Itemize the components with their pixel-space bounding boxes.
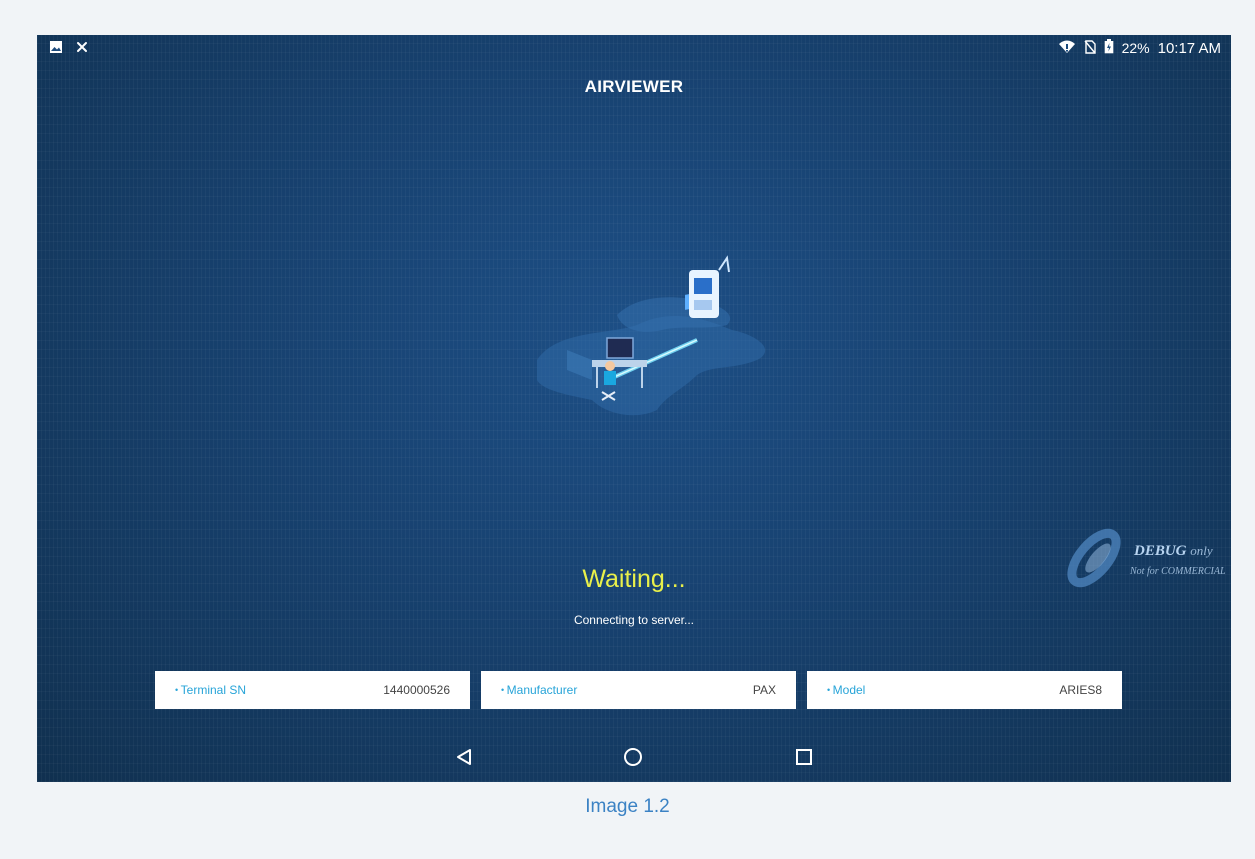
manufacturer-value: PAX bbox=[752, 683, 776, 697]
image-caption: Image 1.2 bbox=[585, 796, 670, 817]
tools-icon bbox=[75, 40, 89, 57]
app-title: AIRVIEWER bbox=[584, 77, 684, 96]
watermark-title: DEBUG bbox=[1134, 543, 1187, 559]
model-value: ARIES8 bbox=[1059, 683, 1102, 697]
terminal-sn-card: Terminal SN 1440000526 bbox=[155, 671, 470, 709]
connection-illustration bbox=[497, 240, 787, 440]
connection-message: Connecting to server... bbox=[573, 613, 695, 627]
device-screen: 22% 10:17 AM AIRVIEWER DEBUG only Not fo… bbox=[37, 35, 1231, 782]
model-card: Model ARIES8 bbox=[807, 671, 1122, 709]
wifi-icon bbox=[1058, 40, 1076, 57]
battery-icon bbox=[1104, 39, 1114, 57]
manufacturer-card: Manufacturer PAX bbox=[481, 671, 796, 709]
image-icon bbox=[49, 40, 63, 57]
watermark-title-suffix: only bbox=[1190, 543, 1213, 558]
status-bar: 22% 10:17 AM bbox=[37, 35, 1231, 61]
back-icon[interactable] bbox=[453, 746, 475, 768]
manufacturer-label: Manufacturer bbox=[501, 683, 578, 697]
model-label: Model bbox=[827, 683, 866, 697]
home-icon[interactable] bbox=[622, 746, 644, 768]
clock: 10:17 AM bbox=[1157, 39, 1221, 57]
no-sim-icon bbox=[1084, 39, 1096, 57]
battery-percent: 22% bbox=[1121, 40, 1150, 56]
terminal-sn-label: Terminal SN bbox=[175, 683, 246, 697]
waiting-status: Waiting... bbox=[582, 565, 686, 593]
navigation-bar bbox=[37, 740, 1231, 772]
terminal-sn-value: 1440000526 bbox=[383, 683, 450, 697]
recents-icon[interactable] bbox=[793, 746, 815, 768]
